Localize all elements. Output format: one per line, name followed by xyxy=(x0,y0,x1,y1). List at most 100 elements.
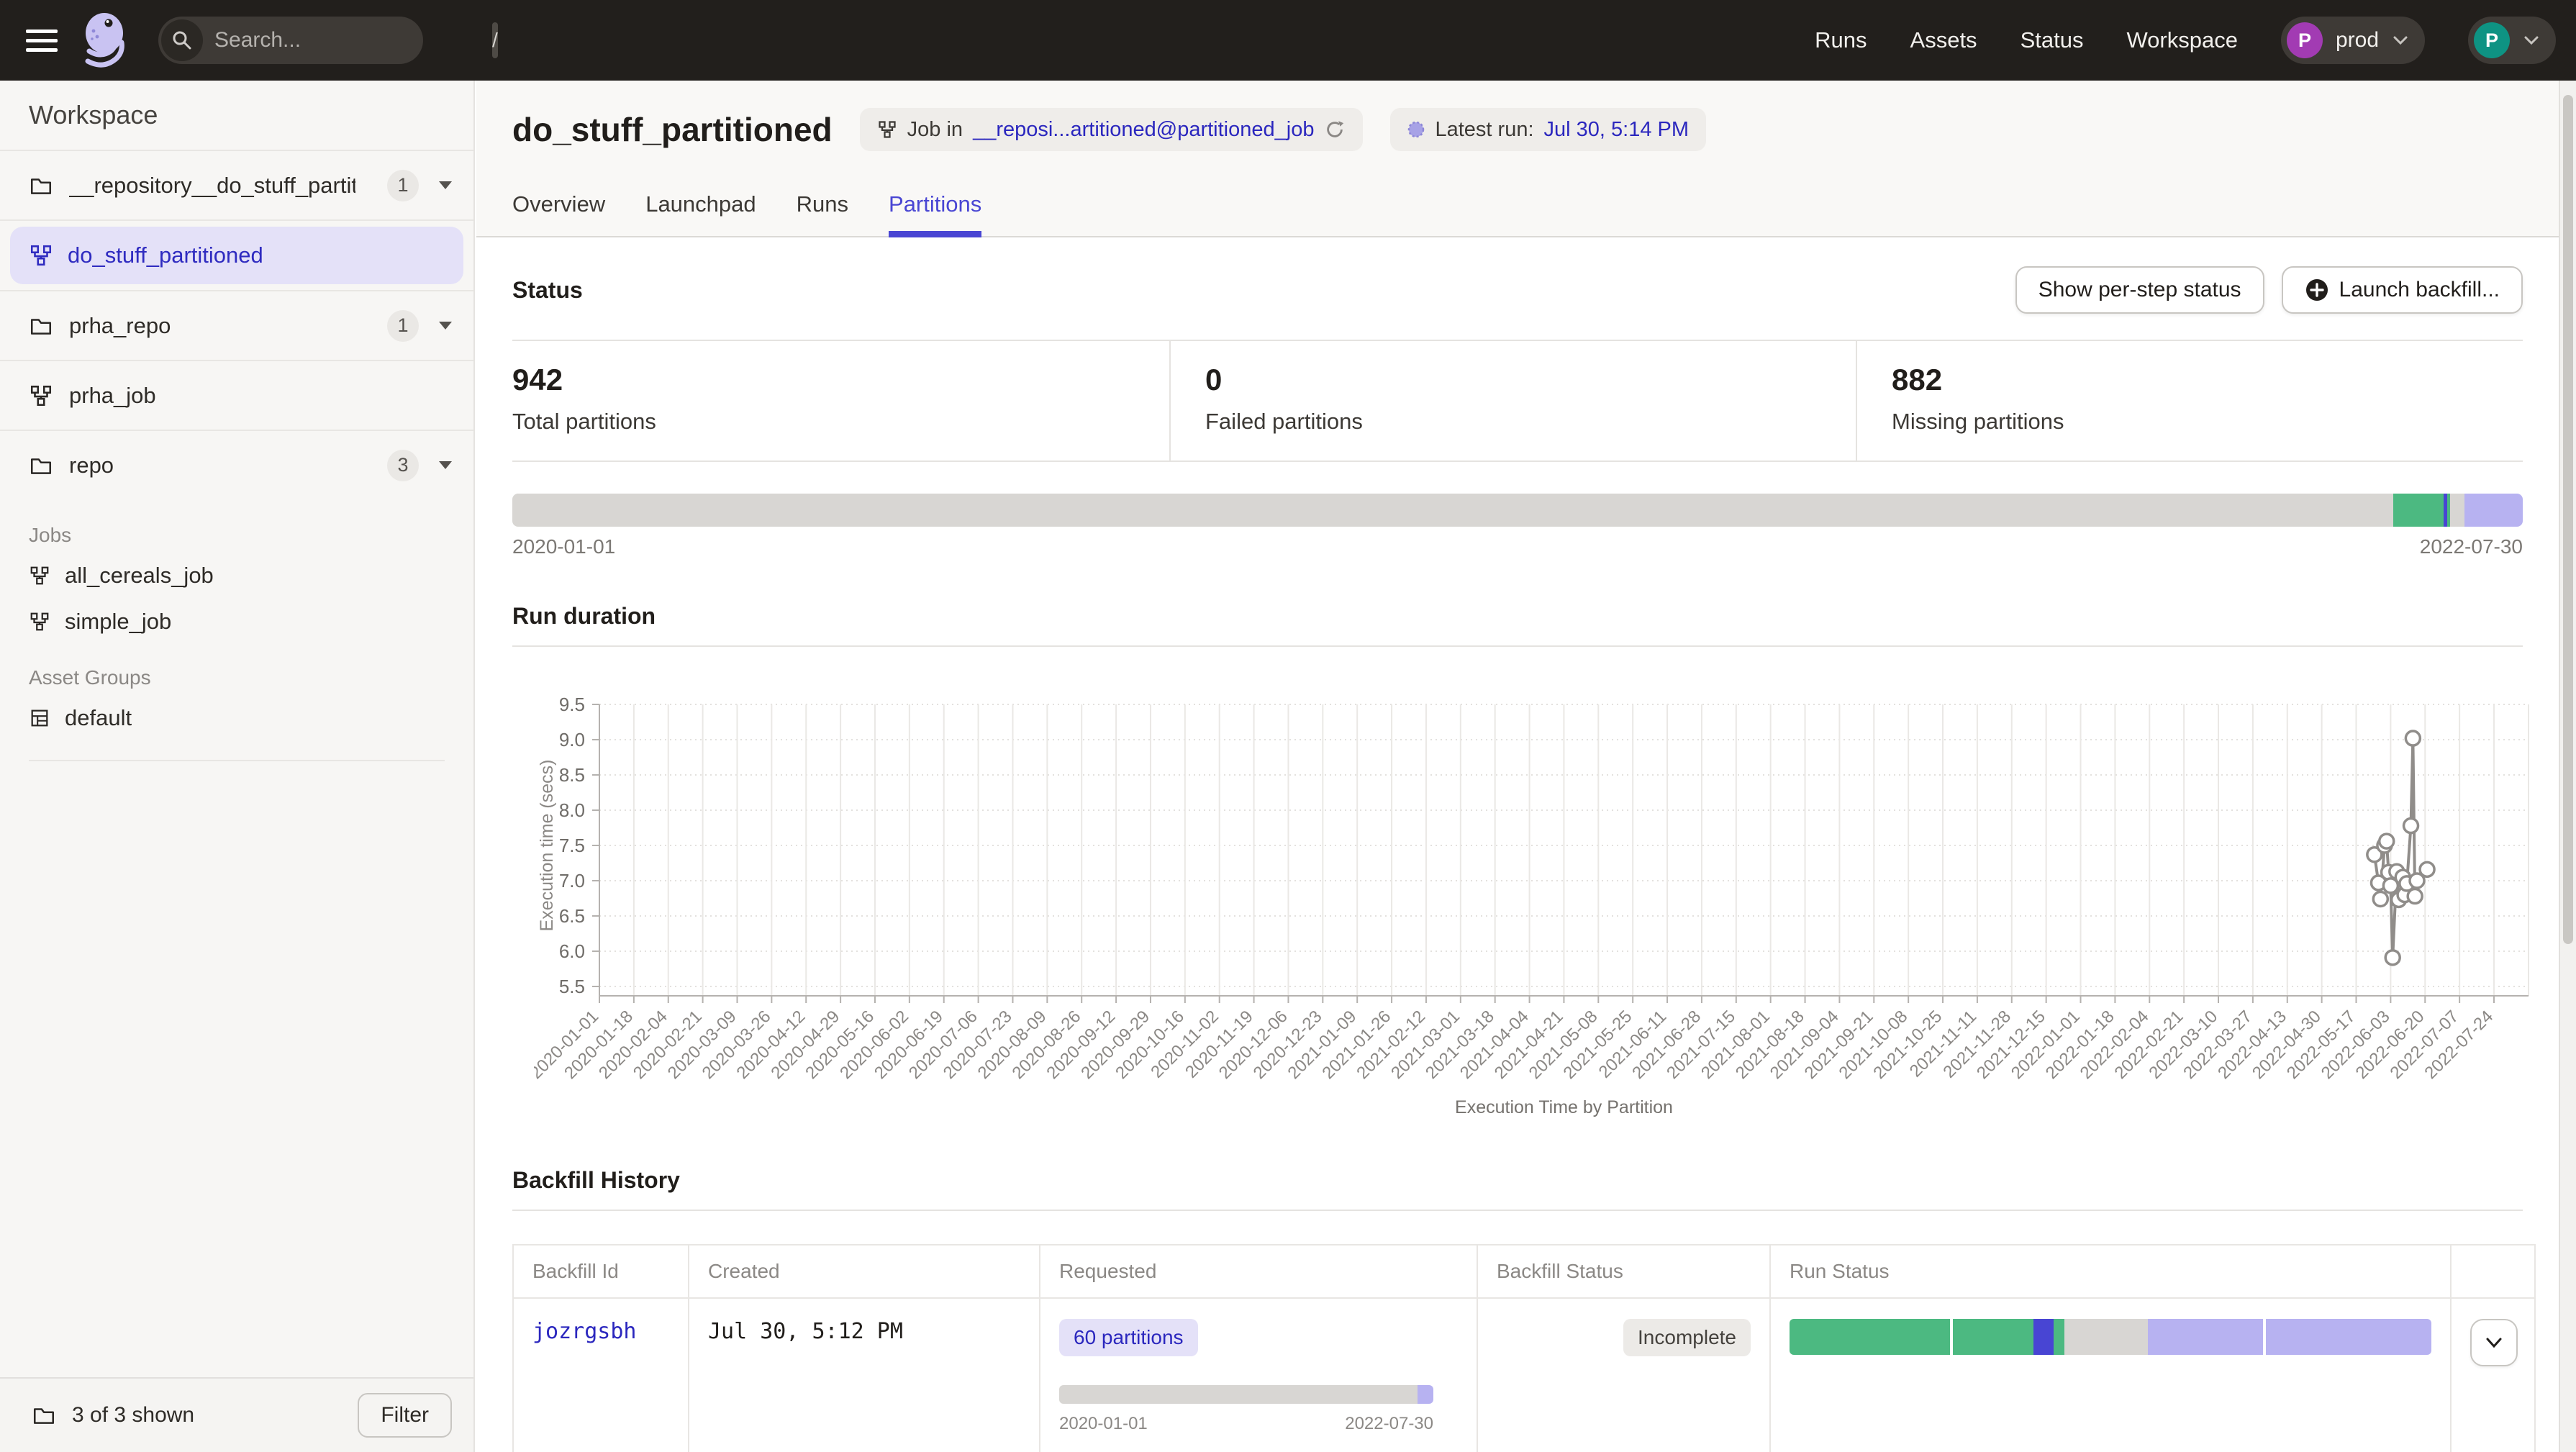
job-icon xyxy=(29,243,53,268)
sidebar-footer: 3 of 3 shown Filter xyxy=(0,1377,473,1452)
partition-bar-start-date: 2020-01-01 xyxy=(512,535,615,558)
sidebar-item-prha-job[interactable]: prha_job xyxy=(0,360,473,430)
requested-start-date: 2020-01-01 xyxy=(1059,1414,1148,1434)
col-requested: Requested xyxy=(1040,1245,1477,1298)
plus-circle-icon xyxy=(2305,278,2329,302)
svg-text:7.5: 7.5 xyxy=(559,835,585,856)
repo-label: __repository__do_stuff_partitio... xyxy=(69,173,355,199)
run-duration-heading: Run duration xyxy=(512,603,2523,647)
nav-runs[interactable]: Runs xyxy=(1815,27,1867,53)
partition-status-bar[interactable] xyxy=(512,494,2523,527)
main-content: do_stuff_partitioned Job in __reposi...a… xyxy=(476,81,2559,1452)
sidebar-item-default-asset-group[interactable]: default xyxy=(29,695,445,741)
asset-group-icon xyxy=(29,707,50,729)
job-icon xyxy=(29,611,50,632)
main-scrollbar xyxy=(2559,81,2576,1452)
svg-text:8.5: 8.5 xyxy=(559,764,585,786)
job-origin-tag: Job in __reposi...artitioned@partitioned… xyxy=(860,108,1364,151)
stat-total-partitions: 942 Total partitions xyxy=(512,341,1169,460)
sidebar-repo-do-stuff[interactable]: __repository__do_stuff_partitio... 1 xyxy=(0,150,473,219)
latest-run-badge: Latest run: Jul 30, 5:14 PM xyxy=(1390,108,1706,151)
row-expand-button[interactable] xyxy=(2470,1319,2518,1366)
asset-groups-section-label: Asset Groups xyxy=(29,666,445,689)
deployment-label: prod xyxy=(2336,28,2379,53)
run-status-bar[interactable] xyxy=(1790,1319,2431,1355)
table-row: jozrgsbh Jul 30, 5:12 PM 60 partitions 2… xyxy=(513,1298,2535,1452)
search-shortcut-badge: / xyxy=(492,22,498,58)
table-header-row: Backfill Id Created Requested Backfill S… xyxy=(513,1245,2535,1298)
deployment-avatar: P xyxy=(2287,22,2323,58)
nav-status[interactable]: Status xyxy=(2021,27,2084,53)
svg-text:9.5: 9.5 xyxy=(559,694,585,715)
svg-text:Execution time (secs): Execution time (secs) xyxy=(537,760,557,932)
nav-assets[interactable]: Assets xyxy=(1910,27,1977,53)
repo-label: prha_repo xyxy=(69,313,171,339)
tab-overview[interactable]: Overview xyxy=(512,191,605,236)
requested-progress-bar xyxy=(1059,1385,1433,1404)
job-origin-link[interactable]: __reposi...artitioned@partitioned_job xyxy=(973,118,1314,142)
folder-icon xyxy=(32,1403,56,1428)
stat-label: Missing partitions xyxy=(1892,409,2523,435)
sidebar-repo-prha[interactable]: prha_repo 1 xyxy=(0,290,473,360)
nav-workspace[interactable]: Workspace xyxy=(2126,27,2238,53)
stat-value: 882 xyxy=(1892,363,2523,397)
chevron-down-icon xyxy=(2392,34,2409,47)
user-avatar: P xyxy=(2474,22,2510,58)
deployment-switcher[interactable]: P prod xyxy=(2281,17,2425,64)
dagster-logo-icon xyxy=(78,9,130,71)
job-label: do_stuff_partitioned xyxy=(68,242,263,268)
show-per-step-status-button[interactable]: Show per-step status xyxy=(2015,266,2264,314)
user-menu[interactable]: P xyxy=(2468,17,2556,64)
col-run-status: Run Status xyxy=(1770,1245,2451,1298)
hamburger-menu-icon[interactable] xyxy=(26,24,58,58)
col-actions xyxy=(2451,1245,2535,1298)
refresh-icon[interactable] xyxy=(1324,119,1346,140)
folder-icon xyxy=(29,453,53,478)
asset-group-label: default xyxy=(65,705,132,731)
job-icon xyxy=(29,384,53,408)
filter-button[interactable]: Filter xyxy=(358,1393,452,1438)
dagster-app: / Runs Assets Status Workspace P prod P xyxy=(0,0,2576,1452)
chevron-down-icon xyxy=(2485,1335,2503,1350)
job-label: simple_job xyxy=(65,609,171,635)
caret-down-icon[interactable] xyxy=(439,461,452,469)
topbar-nav: Runs Assets Status Workspace P prod P xyxy=(1815,17,2576,64)
sidebar-item-do-stuff-partitioned[interactable]: do_stuff_partitioned xyxy=(10,227,463,284)
sidebar-repo-repo[interactable]: repo 3 xyxy=(0,430,473,499)
svg-text:6.5: 6.5 xyxy=(559,905,585,927)
caret-down-icon[interactable] xyxy=(439,322,452,330)
run-duration-chart: 5.56.06.57.07.58.08.59.09.52020-01-01202… xyxy=(534,677,2523,1127)
job-label: all_cereals_job xyxy=(65,563,214,589)
col-backfill-status: Backfill Status xyxy=(1477,1245,1770,1298)
latest-run-link[interactable]: Jul 30, 5:14 PM xyxy=(1544,118,1690,142)
svg-text:8.0: 8.0 xyxy=(559,799,585,821)
repo-count-badge: 3 xyxy=(387,450,419,481)
stat-value: 942 xyxy=(512,363,1169,397)
job-label: prha_job xyxy=(69,383,156,409)
sidebar-item-simple-job[interactable]: simple_job xyxy=(29,599,445,645)
status-heading: Status xyxy=(512,277,583,304)
sidebar-item-all-cereals-job[interactable]: all_cereals_job xyxy=(29,553,445,599)
search-input[interactable] xyxy=(203,28,492,53)
job-origin-prefix: Job in xyxy=(907,118,963,142)
tab-launchpad[interactable]: Launchpad xyxy=(645,191,756,236)
launch-backfill-label: Launch backfill... xyxy=(2339,278,2500,302)
requested-partitions-tag[interactable]: 60 partitions xyxy=(1059,1319,1198,1356)
caret-down-icon[interactable] xyxy=(439,181,452,189)
sidebar-title: Workspace xyxy=(0,81,473,150)
backfill-id-link[interactable]: jozrgsbh xyxy=(532,1319,637,1344)
job-icon xyxy=(877,119,897,140)
sidebar-jobs-section: Jobs all_cereals_job xyxy=(0,499,473,761)
scrollbar-thumb[interactable] xyxy=(2563,95,2573,944)
tab-partitions[interactable]: Partitions xyxy=(889,191,981,236)
partition-stats: 942 Total partitions 0 Failed partitions… xyxy=(512,340,2523,462)
folder-icon xyxy=(29,314,53,338)
launch-backfill-button[interactable]: Launch backfill... xyxy=(2282,266,2523,314)
job-header: do_stuff_partitioned Job in __reposi...a… xyxy=(476,81,2559,237)
stat-label: Total partitions xyxy=(512,409,1169,435)
global-search[interactable]: / xyxy=(158,17,423,64)
topbar: / Runs Assets Status Workspace P prod P xyxy=(0,0,2576,81)
folder-icon xyxy=(29,173,53,198)
tab-runs[interactable]: Runs xyxy=(797,191,848,236)
search-icon xyxy=(161,19,203,61)
